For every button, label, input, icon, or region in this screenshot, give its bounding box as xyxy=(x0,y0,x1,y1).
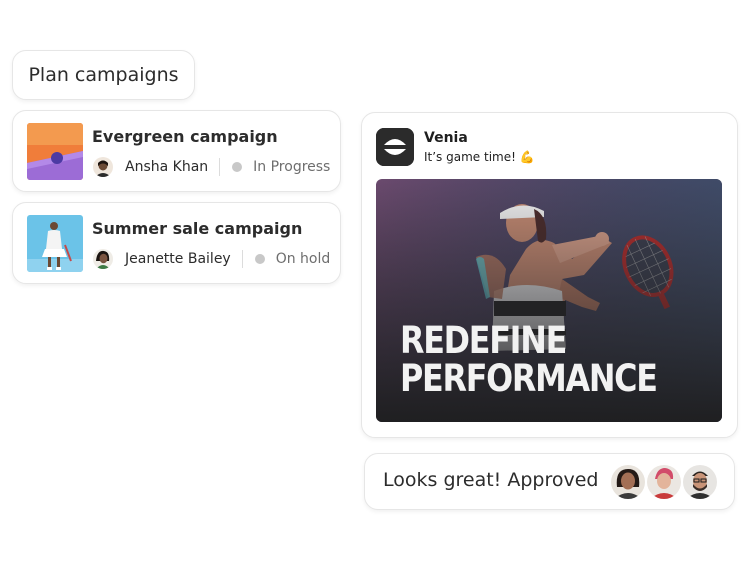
campaign-thumbnail xyxy=(27,215,83,272)
campaign-card-evergreen[interactable]: Evergreen campaign Ansha Khan In Progres… xyxy=(12,110,341,192)
approval-comment[interactable]: Looks great! Approved xyxy=(364,453,735,510)
status-dot-icon xyxy=(232,162,243,172)
campaign-card-summer-sale[interactable]: Summer sale campaign Jeanette Bailey On … xyxy=(12,202,341,284)
divider xyxy=(219,158,221,176)
page-title: Plan campaigns xyxy=(28,64,179,86)
campaign-name[interactable]: Summer sale campaign xyxy=(92,219,302,238)
tennis-player-in-white-image xyxy=(27,215,83,272)
avatar xyxy=(93,157,113,177)
avatar[interactable] xyxy=(609,463,647,501)
status-dot-icon xyxy=(254,254,265,264)
status-badge: In Progress xyxy=(253,159,331,175)
owner-name: Ansha Khan xyxy=(125,159,209,175)
approver-avatars xyxy=(609,463,719,501)
post-headline: REDEFINE PERFORMANCE xyxy=(400,319,658,400)
owner-name: Jeanette Bailey xyxy=(125,251,231,267)
campaign-meta: Jeanette Bailey On hold xyxy=(93,248,330,270)
orange-ball-on-steps-image xyxy=(27,123,83,180)
page-title-pill: Plan campaigns xyxy=(12,50,195,100)
tennis-player-photo: REDEFINE PERFORMANCE xyxy=(376,179,722,422)
brand-name[interactable]: Venia xyxy=(424,130,468,146)
headline-line-1: REDEFINE xyxy=(400,319,567,362)
avatar[interactable] xyxy=(681,463,719,501)
divider xyxy=(241,250,243,268)
venia-logo-icon xyxy=(376,128,414,166)
campaign-name[interactable]: Evergreen campaign xyxy=(92,127,278,146)
comment-text: Looks great! Approved xyxy=(383,469,599,491)
avatar xyxy=(93,249,113,269)
campaign-meta: Ansha Khan In Progress xyxy=(93,156,330,178)
headline-line-2: PERFORMANCE xyxy=(400,357,658,400)
avatar[interactable] xyxy=(645,463,683,501)
campaign-thumbnail xyxy=(27,123,83,180)
status-badge: On hold xyxy=(275,251,331,267)
post-message: It’s game time! 💪 xyxy=(424,150,535,164)
social-post-preview[interactable]: Venia It’s game time! 💪 REDEFINE PERFORM… xyxy=(361,112,738,438)
